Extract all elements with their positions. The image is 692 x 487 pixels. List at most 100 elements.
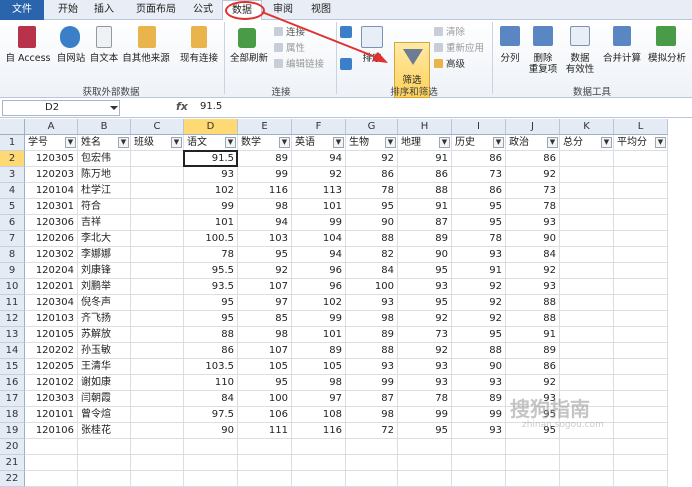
table-cell[interactable]: 李北大 [78, 231, 131, 247]
column-header-g[interactable]: G [346, 119, 398, 135]
table-cell[interactable]: 90 [184, 423, 238, 439]
table-cell[interactable]: 吉祥 [78, 215, 131, 231]
table-cell[interactable]: 95 [184, 295, 238, 311]
table-cell[interactable] [614, 295, 668, 311]
header-cell[interactable]: 英语 ▼ [292, 135, 346, 151]
column-header-h[interactable]: H [398, 119, 452, 135]
table-cell[interactable] [131, 215, 184, 231]
table-cell[interactable] [560, 327, 614, 343]
table-cell[interactable] [560, 247, 614, 263]
table-cell[interactable]: 108 [292, 407, 346, 423]
table-cell[interactable] [131, 327, 184, 343]
table-cell[interactable] [614, 311, 668, 327]
empty-cell[interactable] [78, 439, 131, 455]
empty-cell[interactable] [398, 439, 452, 455]
column-header-d[interactable]: D [184, 119, 238, 135]
table-cell[interactable]: 92 [452, 279, 506, 295]
table-cell[interactable]: 88 [184, 327, 238, 343]
table-cell[interactable] [131, 375, 184, 391]
table-cell[interactable]: 92 [452, 311, 506, 327]
row-header[interactable]: 9 [0, 263, 25, 279]
table-cell[interactable]: 93 [184, 167, 238, 183]
table-cell[interactable]: 86 [346, 167, 398, 183]
header-cell[interactable]: 生物 ▼ [346, 135, 398, 151]
table-cell[interactable]: 120304 [25, 295, 78, 311]
filter-dropdown-icon[interactable]: ▼ [655, 137, 666, 148]
table-cell[interactable]: 98 [346, 407, 398, 423]
table-cell[interactable]: 91 [506, 327, 560, 343]
table-cell[interactable]: 92 [452, 295, 506, 311]
table-cell[interactable]: 98 [292, 375, 346, 391]
column-header-l[interactable]: L [614, 119, 668, 135]
table-cell[interactable]: 97 [292, 391, 346, 407]
table-cell[interactable]: 99 [238, 167, 292, 183]
table-cell[interactable] [560, 295, 614, 311]
filter-dropdown-icon[interactable]: ▼ [279, 137, 290, 148]
table-cell[interactable]: 86 [452, 183, 506, 199]
table-cell[interactable] [614, 279, 668, 295]
table-cell[interactable] [614, 375, 668, 391]
table-cell[interactable]: 94 [292, 151, 346, 167]
table-cell[interactable] [560, 151, 614, 167]
table-cell[interactable]: 106 [238, 407, 292, 423]
empty-cell[interactable] [614, 439, 668, 455]
row-header[interactable]: 12 [0, 311, 25, 327]
table-cell[interactable]: 89 [292, 343, 346, 359]
row-header[interactable]: 17 [0, 391, 25, 407]
table-cell[interactable] [131, 295, 184, 311]
header-cell[interactable]: 姓名 ▼ [78, 135, 131, 151]
table-cell[interactable]: 86 [506, 151, 560, 167]
table-cell[interactable] [131, 279, 184, 295]
table-cell[interactable] [560, 279, 614, 295]
table-cell[interactable] [131, 391, 184, 407]
tab-4[interactable]: 公式 [188, 0, 218, 20]
table-cell[interactable] [131, 231, 184, 247]
table-cell[interactable] [131, 199, 184, 215]
table-cell[interactable]: 刘鹏举 [78, 279, 131, 295]
table-cell[interactable]: 84 [506, 247, 560, 263]
table-cell[interactable]: 116 [238, 183, 292, 199]
table-cell[interactable] [614, 343, 668, 359]
table-cell[interactable] [131, 263, 184, 279]
table-cell[interactable]: 120102 [25, 375, 78, 391]
row-header[interactable]: 6 [0, 215, 25, 231]
table-cell[interactable] [131, 359, 184, 375]
table-cell[interactable]: 89 [506, 343, 560, 359]
table-cell[interactable] [560, 263, 614, 279]
table-cell[interactable] [614, 327, 668, 343]
empty-cell[interactable] [25, 439, 78, 455]
header-cell[interactable]: 总分 ▼ [560, 135, 614, 151]
table-cell[interactable]: 92 [506, 167, 560, 183]
empty-cell[interactable] [452, 455, 506, 471]
table-cell[interactable] [131, 247, 184, 263]
existing-connections-button[interactable]: 现有连接 [176, 53, 222, 64]
table-cell[interactable]: 73 [398, 327, 452, 343]
table-cell[interactable] [131, 311, 184, 327]
table-cell[interactable] [131, 183, 184, 199]
empty-cell[interactable] [506, 439, 560, 455]
table-cell[interactable]: 92 [238, 263, 292, 279]
table-cell[interactable]: 104 [292, 231, 346, 247]
table-cell[interactable]: 90 [506, 231, 560, 247]
table-cell[interactable]: 90 [346, 215, 398, 231]
table-cell[interactable]: 78 [452, 231, 506, 247]
table-cell[interactable]: 张桂花 [78, 423, 131, 439]
table-cell[interactable]: 95 [452, 215, 506, 231]
advanced-button[interactable]: 高级 [434, 58, 465, 71]
empty-cell[interactable] [25, 455, 78, 471]
table-cell[interactable]: 103.5 [184, 359, 238, 375]
row-header[interactable]: 21 [0, 455, 25, 471]
header-cell[interactable]: 学号 ▼ [25, 135, 78, 151]
filter-dropdown-icon[interactable]: ▼ [385, 137, 396, 148]
filter-dropdown-icon[interactable]: ▼ [225, 137, 236, 148]
table-cell[interactable] [131, 167, 184, 183]
table-cell[interactable]: 91 [398, 151, 452, 167]
table-cell[interactable] [131, 151, 184, 167]
table-cell[interactable]: 87 [346, 391, 398, 407]
consolidate-button[interactable]: 合并计算 [600, 53, 644, 64]
table-cell[interactable]: 92 [292, 167, 346, 183]
table-cell[interactable] [131, 423, 184, 439]
table-cell[interactable]: 93 [398, 375, 452, 391]
table-cell[interactable]: 95 [398, 423, 452, 439]
empty-cell[interactable] [346, 455, 398, 471]
